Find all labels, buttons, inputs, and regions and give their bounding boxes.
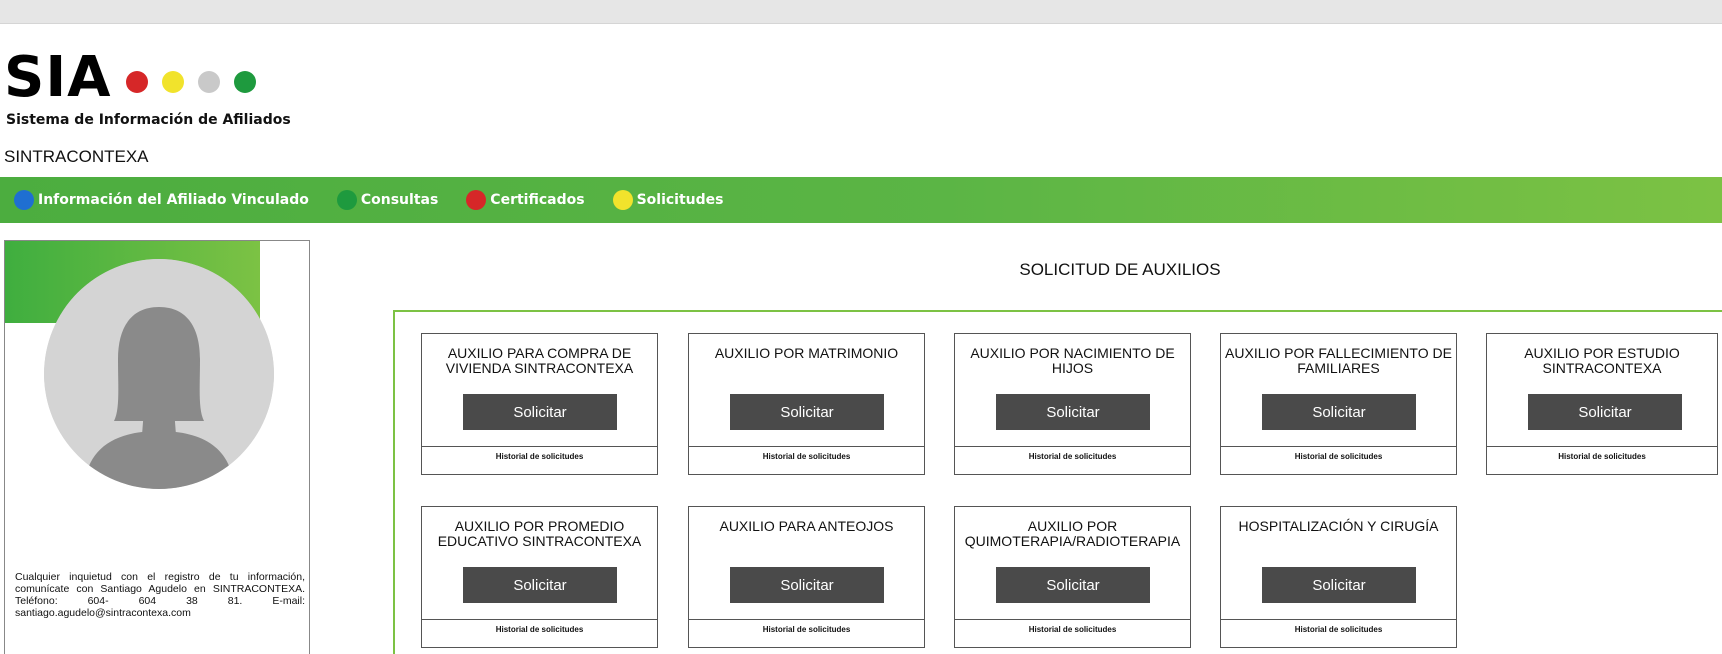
auxilio-card-promedio: AUXILIO POR PROMEDIO EDUCATIVO SINTRACON…	[421, 506, 658, 648]
card-title: HOSPITALIZACIÓN Y CIRUGÍA	[1238, 518, 1439, 534]
card-title: AUXILIO PARA ANTEOJOS	[719, 518, 894, 534]
card-divider	[1221, 446, 1456, 447]
solicitar-button[interactable]: Solicitar	[730, 567, 884, 603]
card-divider	[955, 446, 1190, 447]
card-title: AUXILIO POR ESTUDIO SINTRACONTEXA	[1524, 345, 1680, 376]
card-divider	[1221, 619, 1456, 620]
solicitar-button[interactable]: Solicitar	[730, 394, 884, 430]
solicitar-button[interactable]: Solicitar	[996, 567, 1150, 603]
auxilio-card-quimioterapia: AUXILIO POR QUIMOTERAPIA/RADIOTERAPIA So…	[954, 506, 1191, 648]
card-divider	[955, 619, 1190, 620]
solicitar-button[interactable]: Solicitar	[1262, 394, 1416, 430]
auxilio-card-matrimonio: AUXILIO POR MATRIMONIO Solicitar Histori…	[688, 333, 925, 475]
auxilio-card-fallecimiento: AUXILIO POR FALLECIMIENTO DE FAMILIARES …	[1220, 333, 1457, 475]
nav-label: Información del Afiliado Vinculado	[38, 192, 309, 208]
user-silhouette-icon	[44, 259, 274, 489]
avatar	[44, 259, 274, 489]
historial-link[interactable]: Historial de solicitudes	[422, 625, 657, 634]
sia-logo: SIA	[4, 50, 270, 106]
historial-link[interactable]: Historial de solicitudes	[1221, 452, 1456, 461]
nav-label: Solicitudes	[636, 192, 724, 208]
card-divider	[689, 619, 924, 620]
logo-tagline: Sistema de Información de Afiliados	[6, 112, 291, 128]
organization-name: SINTRACONTEXA	[4, 147, 149, 166]
solicitar-button[interactable]: Solicitar	[1528, 394, 1682, 430]
yellow-dot-icon	[161, 71, 184, 93]
auxilio-card-vivienda: AUXILIO PARA COMPRA DE VIVIENDA SINTRACO…	[421, 333, 658, 475]
logo-dots	[125, 71, 270, 93]
red-dot-icon	[466, 190, 487, 210]
solicitar-button[interactable]: Solicitar	[1262, 567, 1416, 603]
page-title: SOLICITUD DE AUXILIOS	[1019, 260, 1221, 279]
historial-link[interactable]: Historial de solicitudes	[422, 452, 657, 461]
yellow-dot-icon	[612, 190, 633, 210]
card-divider	[1487, 446, 1717, 447]
auxilio-card-nacimiento: AUXILIO POR NACIMIENTO DE HIJOS Solicita…	[954, 333, 1191, 475]
auxilio-card-hospitalizacion: HOSPITALIZACIÓN Y CIRUGÍA Solicitar Hist…	[1220, 506, 1457, 648]
card-title: AUXILIO PARA COMPRA DE VIVIENDA SINTRACO…	[445, 345, 634, 376]
card-title: AUXILIO POR PROMEDIO EDUCATIVO SINTRACON…	[437, 518, 642, 549]
nav-item-consultas[interactable]: Consultas	[336, 190, 439, 210]
card-divider	[422, 619, 657, 620]
solicitar-button[interactable]: Solicitar	[463, 567, 617, 603]
auxilio-card-anteojos: AUXILIO PARA ANTEOJOS Solicitar Historia…	[688, 506, 925, 648]
historial-link[interactable]: Historial de solicitudes	[1487, 452, 1717, 461]
profile-card: Cualquier inquietud con el registro de t…	[4, 240, 310, 654]
historial-link[interactable]: Historial de solicitudes	[689, 625, 924, 634]
contact-note: Cualquier inquietud con el registro de t…	[15, 571, 305, 619]
nav-item-solicitudes[interactable]: Solicitudes	[612, 190, 724, 210]
card-title: AUXILIO POR NACIMIENTO DE HIJOS	[970, 345, 1175, 376]
historial-link[interactable]: Historial de solicitudes	[689, 452, 924, 461]
historial-link[interactable]: Historial de solicitudes	[1221, 625, 1456, 634]
auxilio-card-estudio: AUXILIO POR ESTUDIO SINTRACONTEXA Solici…	[1486, 333, 1718, 475]
browser-top-strip	[0, 0, 1722, 24]
nav-label: Certificados	[490, 192, 585, 208]
red-dot-icon	[125, 71, 148, 93]
card-divider	[689, 446, 924, 447]
solicitar-button[interactable]: Solicitar	[463, 394, 617, 430]
blue-dot-icon	[14, 190, 34, 210]
nav-item-certificados[interactable]: Certificados	[466, 190, 585, 210]
solicitar-button[interactable]: Solicitar	[996, 394, 1150, 430]
gray-dot-icon	[197, 71, 220, 93]
green-dot-icon	[233, 71, 256, 93]
nav-item-afiliado[interactable]: Información del Afiliado Vinculado	[14, 190, 309, 210]
card-title: AUXILIO POR MATRIMONIO	[714, 345, 899, 361]
historial-link[interactable]: Historial de solicitudes	[955, 625, 1190, 634]
card-divider	[422, 446, 657, 447]
nav-label: Consultas	[360, 192, 439, 208]
card-title: AUXILIO POR FALLECIMIENTO DE FAMILIARES	[1225, 345, 1452, 376]
historial-link[interactable]: Historial de solicitudes	[955, 452, 1190, 461]
logo-text: SIA	[4, 45, 112, 110]
card-title: AUXILIO POR QUIMOTERAPIA/RADIOTERAPIA	[964, 518, 1181, 549]
main-navigation: Información del Afiliado Vinculado Consu…	[0, 177, 1722, 223]
green-dot-icon	[336, 190, 357, 210]
